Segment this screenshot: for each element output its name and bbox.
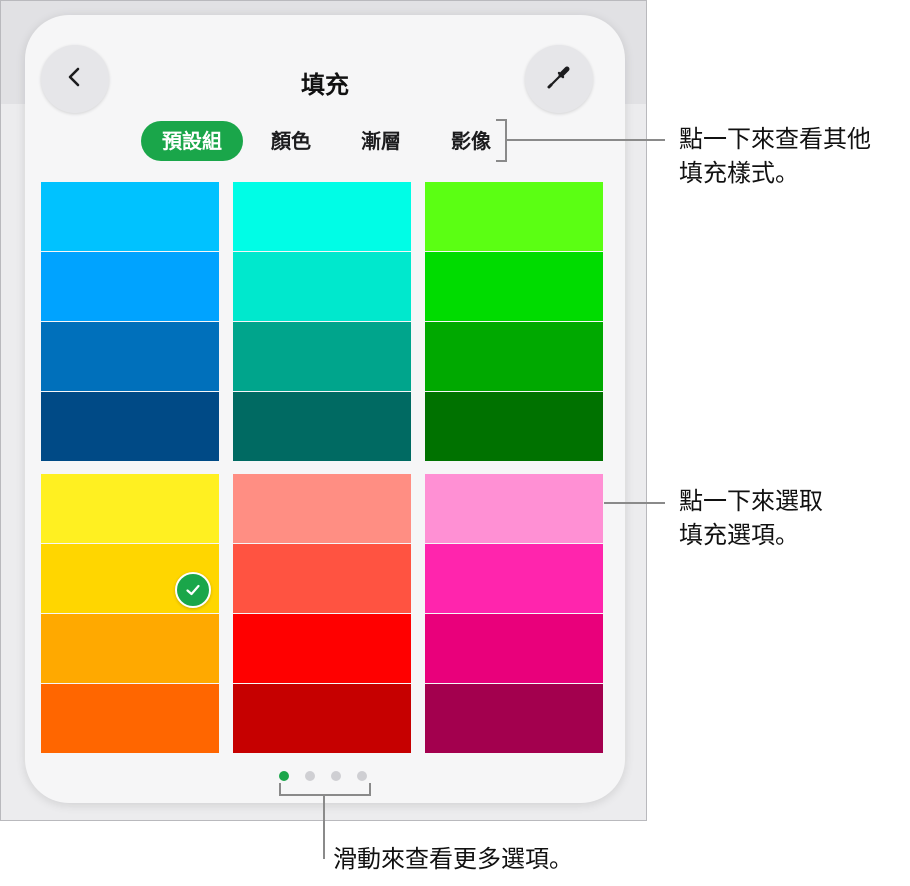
tabs-callout-line-2: 填充樣式。 <box>679 159 799 187</box>
tabs-callout-line <box>507 139 665 141</box>
swatch-color[interactable] <box>425 182 603 251</box>
swatch-color[interactable] <box>233 392 411 461</box>
swatch-color[interactable] <box>41 182 219 251</box>
swatch-color[interactable] <box>233 182 411 251</box>
fill-popover: 填充 預設組 顏色 漸層 影像 <box>25 15 625 803</box>
swatch-color[interactable] <box>425 684 603 753</box>
ipad-screen: 填充 預設組 顏色 漸層 影像 <box>0 0 647 821</box>
pager-bracket-bottom <box>279 794 371 796</box>
tab-color[interactable]: 顏色 <box>247 121 335 161</box>
swatch-color[interactable] <box>425 392 603 461</box>
swatch-group[interactable] <box>233 474 411 754</box>
page-dot[interactable] <box>357 771 367 781</box>
swatch-color[interactable] <box>233 684 411 753</box>
color-picker-button[interactable] <box>525 45 593 113</box>
tabs-callout-text: 點一下來查看其他 填充樣式。 <box>679 122 871 190</box>
swatch-color[interactable] <box>41 392 219 461</box>
page-dot[interactable] <box>305 771 315 781</box>
tab-presets[interactable]: 預設組 <box>141 121 243 161</box>
swatch-color[interactable] <box>41 684 219 753</box>
swatch-group[interactable] <box>425 182 603 462</box>
pager-callout-line <box>323 794 325 859</box>
pager-callout-text: 滑動來查看更多選項。 <box>333 845 573 873</box>
page-dot[interactable] <box>279 771 289 781</box>
swatch-color[interactable] <box>41 544 219 613</box>
swatch-color[interactable] <box>233 474 411 543</box>
tabs-callout-line-1: 點一下來查看其他 <box>679 125 871 153</box>
swatch-color[interactable] <box>425 252 603 321</box>
swatch-color[interactable] <box>233 544 411 613</box>
swatch-callout-text: 點一下來選取 填充選項。 <box>679 484 823 552</box>
swatch-group[interactable] <box>425 474 603 754</box>
swatch-color[interactable] <box>425 474 603 543</box>
tab-gradient[interactable]: 漸層 <box>337 121 425 161</box>
swatch-color[interactable] <box>233 614 411 683</box>
eyedropper-icon <box>544 62 574 96</box>
tabs-bracket-bottom <box>496 160 507 162</box>
page-dot[interactable] <box>331 771 341 781</box>
swatch-color[interactable] <box>41 474 219 543</box>
swatch-callout-line-1: 點一下來選取 <box>679 487 823 515</box>
swatch-group[interactable] <box>233 182 411 462</box>
swatch-color[interactable] <box>425 322 603 391</box>
checkmark-icon <box>175 572 211 608</box>
swatch-group[interactable] <box>41 474 219 754</box>
swatch-color[interactable] <box>233 322 411 391</box>
swatch-callout-line-2: 填充選項。 <box>679 521 799 549</box>
swatch-color[interactable] <box>41 252 219 321</box>
swatch-color[interactable] <box>425 614 603 683</box>
swatch-group[interactable] <box>41 182 219 462</box>
swatch-callout-line <box>604 502 665 504</box>
swatch-color[interactable] <box>425 544 603 613</box>
swatch-color[interactable] <box>41 322 219 391</box>
swatch-color[interactable] <box>233 252 411 321</box>
tab-image[interactable]: 影像 <box>427 121 515 161</box>
tabs-bracket-top <box>496 119 507 121</box>
swatch-color[interactable] <box>41 614 219 683</box>
